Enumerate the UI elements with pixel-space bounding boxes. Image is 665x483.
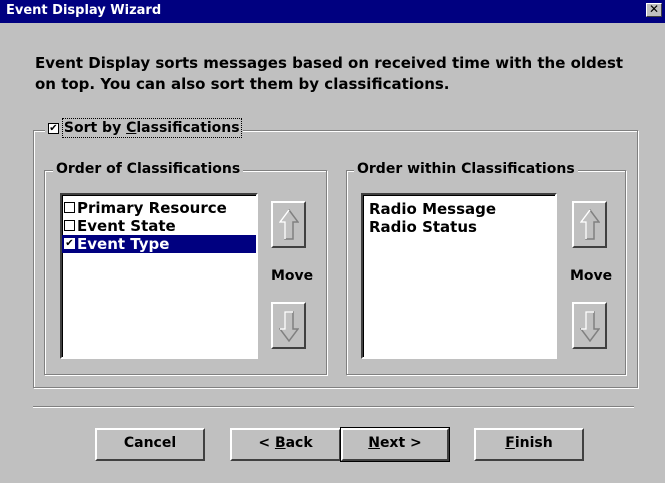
within-move-down-button[interactable] [572, 302, 607, 349]
close-button[interactable]: ✕ [646, 3, 662, 17]
down-arrow-icon [579, 311, 600, 342]
order-of-classifications-title: Order of Classifications [53, 161, 244, 177]
cancel-button[interactable]: Cancel [95, 428, 205, 461]
move-down-button[interactable] [271, 302, 306, 349]
check-icon: ✔ [65, 238, 74, 249]
sort-checkbox-label: Sort by Classifications [61, 118, 242, 138]
list-item-event-type[interactable]: ✔ Event Type [62, 235, 256, 253]
intro-text: Event Display sorts messages based on re… [35, 54, 624, 93]
finish-button[interactable]: Finish [474, 428, 584, 461]
classification-listbox[interactable]: Primary Resource Event State ✔ Event Type [60, 193, 258, 359]
within-move-up-button[interactable] [572, 201, 607, 248]
sort-by-classifications-checkbox[interactable]: ✔ Sort by Classifications [45, 118, 243, 138]
title-bar: Event Display Wizard ✕ [0, 0, 665, 23]
check-icon: ✔ [49, 122, 58, 134]
back-button[interactable]: < Back [230, 428, 341, 461]
list-item-checkbox[interactable] [64, 220, 75, 231]
list-item-checkbox[interactable] [64, 202, 75, 213]
up-arrow-icon [278, 209, 299, 240]
move-up-button[interactable] [271, 201, 306, 248]
up-arrow-icon [579, 209, 600, 240]
close-icon: ✕ [648, 2, 660, 16]
within-move-label: Move [570, 268, 613, 284]
order-within-classifications-title: Order within Classifications [354, 161, 578, 177]
list-item-checkbox[interactable]: ✔ [64, 238, 75, 249]
list-item-primary-resource[interactable]: Primary Resource [62, 199, 256, 217]
move-label: Move [271, 268, 314, 284]
next-button[interactable]: Next > [340, 427, 450, 462]
list-item-event-state[interactable]: Event State [62, 217, 256, 235]
list-item-radio-status[interactable]: Radio Status [363, 218, 555, 236]
sort-checkbox-box[interactable]: ✔ [48, 122, 59, 134]
down-arrow-icon [278, 311, 299, 342]
within-classification-listbox[interactable]: Radio Message Radio Status [361, 193, 557, 359]
list-item-radio-message[interactable]: Radio Message [363, 200, 555, 218]
window-title: Event Display Wizard [6, 3, 162, 18]
separator [33, 406, 634, 408]
